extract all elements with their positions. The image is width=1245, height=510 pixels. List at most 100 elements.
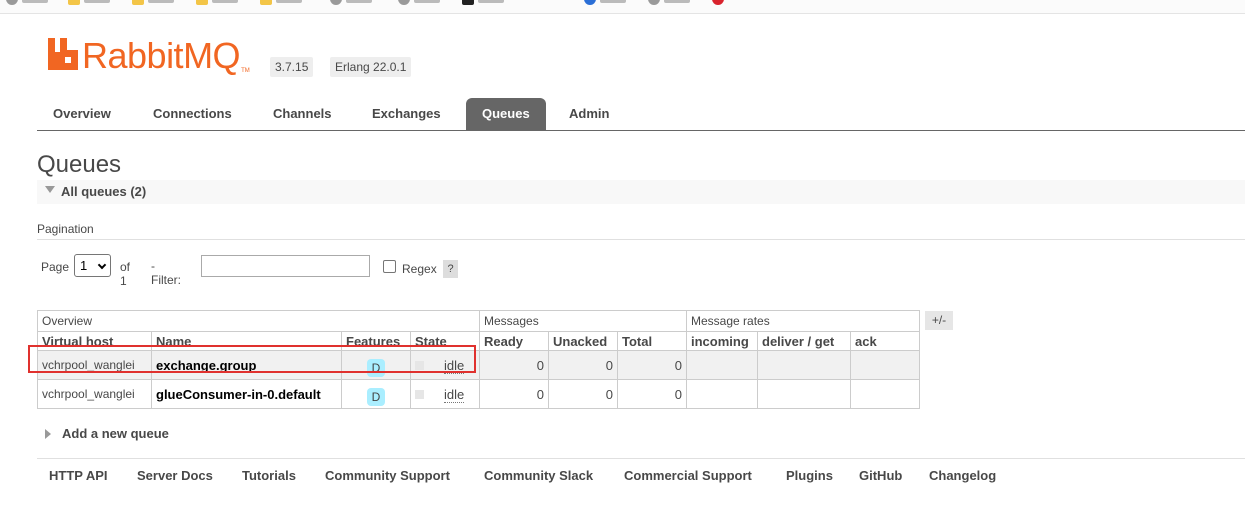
cell-ready: 0 xyxy=(479,350,549,380)
group-header-message-rates: Message rates xyxy=(686,310,920,332)
globe-icon xyxy=(6,0,18,5)
column-toggle-button[interactable]: +/- xyxy=(925,311,953,330)
bookmark-item[interactable] xyxy=(712,0,724,5)
expand-arrow-icon xyxy=(45,428,51,439)
regex-label: Regex xyxy=(402,262,437,276)
footer-link-community-slack[interactable]: Community Slack xyxy=(484,468,593,483)
globe-icon xyxy=(330,0,342,5)
logo-wordmark: RabbitMQ xyxy=(82,35,241,76)
footer-link-server-docs[interactable]: Server Docs xyxy=(137,468,213,483)
queue-name-link[interactable]: exchange.group xyxy=(151,350,342,380)
page-select-value: 1 xyxy=(80,258,88,273)
bookmark-item[interactable] xyxy=(196,0,238,5)
regex-checkbox[interactable] xyxy=(383,260,396,273)
folder-icon xyxy=(132,0,144,5)
table-row: vchrpool_wanglei exchange.group D idle 0… xyxy=(37,350,920,380)
rabbit-logo-icon xyxy=(48,38,78,70)
group-header-overview: Overview xyxy=(37,310,480,332)
cell-features: D xyxy=(341,350,411,380)
column-header-ready[interactable]: Ready xyxy=(479,331,549,351)
state-indicator-icon xyxy=(415,361,424,371)
cell-features: D xyxy=(341,379,411,409)
section-label: All queues (2) xyxy=(61,184,147,199)
bookmark-item[interactable] xyxy=(462,0,504,5)
filter-input[interactable] xyxy=(201,255,370,277)
folder-icon xyxy=(196,0,208,5)
bookmark-item[interactable] xyxy=(6,0,48,5)
divider xyxy=(37,239,1245,240)
column-header-state[interactable]: State xyxy=(410,331,480,351)
bookmark-item[interactable] xyxy=(584,0,626,5)
state-label: idle xyxy=(444,387,465,404)
add-new-queue-toggle[interactable]: Add a new queue xyxy=(45,426,169,441)
cell-total: 0 xyxy=(617,350,687,380)
footer-link-changelog[interactable]: Changelog xyxy=(929,468,996,483)
column-header-unacked[interactable]: Unacked xyxy=(548,331,618,351)
column-header-ack[interactable]: ack xyxy=(850,331,920,351)
globe-icon xyxy=(398,0,410,5)
column-header-features: Features xyxy=(341,331,411,351)
table-row: vchrpool_wanglei glueConsumer-in-0.defau… xyxy=(37,379,920,409)
durable-badge: D xyxy=(367,388,385,406)
browser-bookmarks-bar xyxy=(0,0,1245,14)
bookmark-icon xyxy=(462,0,474,5)
page-select[interactable]: 1 xyxy=(74,254,111,277)
all-queues-section-toggle[interactable]: All queues (2) xyxy=(37,180,1245,204)
bookmark-icon xyxy=(712,0,724,5)
tab-queues[interactable]: Queues xyxy=(466,98,546,130)
folder-icon xyxy=(260,0,272,5)
main-nav-tabs: Overview Connections Channels Exchanges … xyxy=(37,98,1245,131)
add-new-queue-label: Add a new queue xyxy=(62,426,169,441)
bookmark-item[interactable] xyxy=(68,0,110,5)
column-header-incoming[interactable]: incoming xyxy=(686,331,758,351)
column-header-total[interactable]: Total xyxy=(617,331,687,351)
column-header-deliver-get[interactable]: deliver / get xyxy=(757,331,851,351)
queues-table: Overview Messages Message rates Virtual … xyxy=(37,310,920,409)
rabbitmq-logo[interactable]: RabbitMQ TM xyxy=(48,35,250,76)
cell-unacked: 0 xyxy=(548,350,618,380)
regex-help-button[interactable]: ? xyxy=(443,260,458,278)
filter-label: - Filter: xyxy=(151,259,181,287)
erlang-version-badge: Erlang 22.0.1 xyxy=(330,57,412,77)
cell-ready: 0 xyxy=(479,379,549,409)
page-count-label: of 1 xyxy=(120,260,131,288)
tab-overview[interactable]: Overview xyxy=(37,98,127,130)
chevron-down-icon xyxy=(97,260,107,270)
bookmark-item[interactable] xyxy=(648,0,690,5)
state-label: idle xyxy=(444,358,465,375)
tab-channels[interactable]: Channels xyxy=(257,98,348,130)
folder-icon xyxy=(68,0,80,5)
cell-ack xyxy=(850,379,920,409)
footer-link-tutorials[interactable]: Tutorials xyxy=(242,468,296,483)
cell-unacked: 0 xyxy=(548,379,618,409)
cell-vhost: vchrpool_wanglei xyxy=(37,350,152,380)
cell-deliver-get xyxy=(757,350,851,380)
durable-badge: D xyxy=(367,359,385,377)
logo-trademark: TM xyxy=(241,68,250,74)
bookmark-item[interactable] xyxy=(330,0,372,5)
collapse-arrow-icon xyxy=(45,186,55,193)
group-header-messages: Messages xyxy=(479,310,687,332)
cell-vhost: vchrpool_wanglei xyxy=(37,379,152,409)
column-header-name[interactable]: Name xyxy=(151,331,342,351)
bookmark-item[interactable] xyxy=(132,0,174,5)
footer-link-commercial-support[interactable]: Commercial Support xyxy=(624,468,752,483)
pagination-heading: Pagination xyxy=(37,222,94,236)
cell-state: idle xyxy=(410,350,480,380)
footer-link-github[interactable]: GitHub xyxy=(859,468,902,483)
tab-connections[interactable]: Connections xyxy=(137,98,248,130)
cell-ack xyxy=(850,350,920,380)
tab-admin[interactable]: Admin xyxy=(553,98,625,130)
page-title: Queues xyxy=(37,151,122,178)
footer-link-plugins[interactable]: Plugins xyxy=(786,468,833,483)
tab-exchanges[interactable]: Exchanges xyxy=(356,98,457,130)
page-label: Page xyxy=(41,260,70,274)
queue-name-link[interactable]: glueConsumer-in-0.default xyxy=(151,379,342,409)
column-header-vhost[interactable]: Virtual host xyxy=(37,331,152,351)
footer-link-http-api[interactable]: HTTP API xyxy=(49,468,108,483)
bookmark-item[interactable] xyxy=(398,0,440,5)
cell-total: 0 xyxy=(617,379,687,409)
version-badge: 3.7.15 xyxy=(270,57,314,77)
footer-link-community-support[interactable]: Community Support xyxy=(325,468,450,483)
bookmark-item[interactable] xyxy=(260,0,302,5)
